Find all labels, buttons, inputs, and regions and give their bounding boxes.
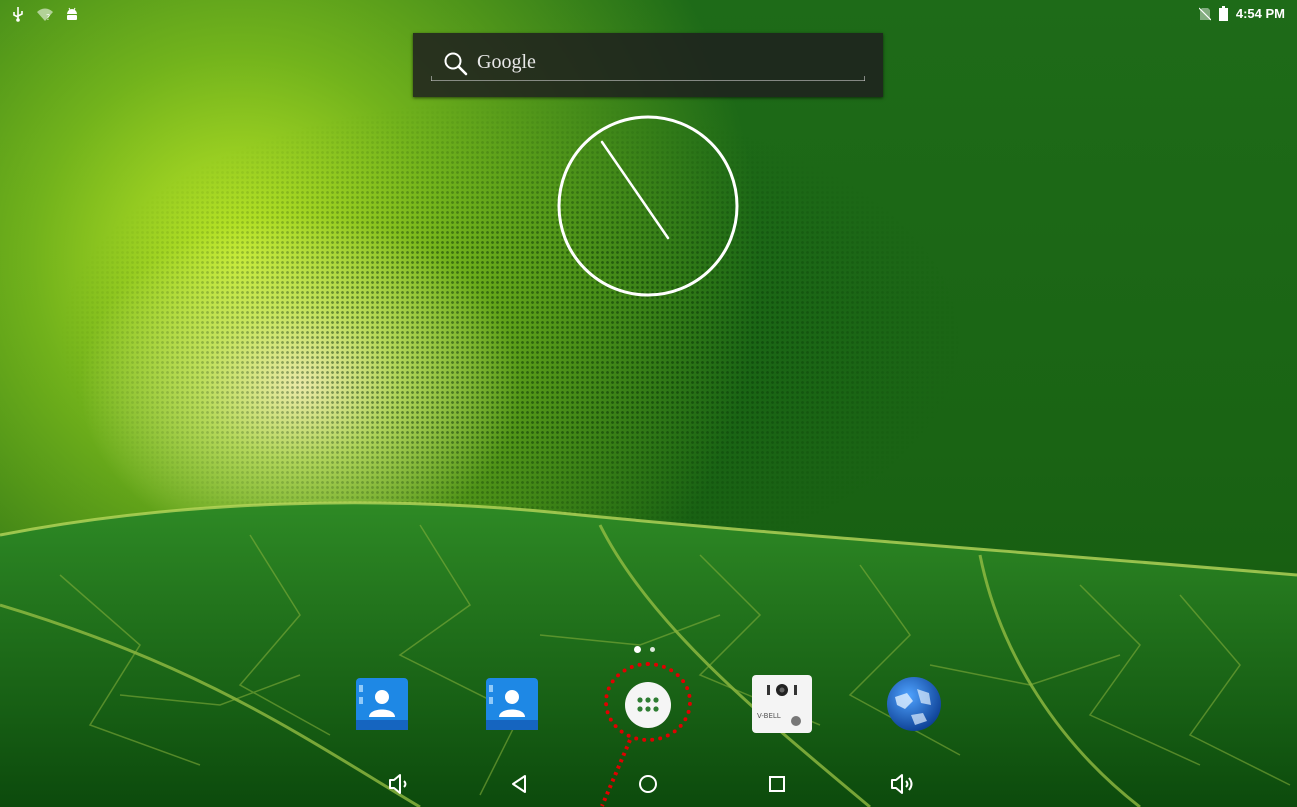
clock-hands xyxy=(600,140,670,240)
volume-down-icon[interactable] xyxy=(382,770,414,798)
annotation-highlight-circle xyxy=(604,662,692,742)
page-dot xyxy=(650,647,655,652)
recents-icon[interactable] xyxy=(761,770,793,798)
google-search-widget[interactable]: Google xyxy=(413,33,883,97)
v-bell-app-icon[interactable]: V-BELL xyxy=(751,675,813,733)
annotation-pointer-line xyxy=(600,739,632,807)
system-icons: 4:54 PM xyxy=(1198,6,1285,21)
search-underline xyxy=(431,76,865,81)
browser-globe-icon[interactable] xyxy=(883,675,945,733)
notification-icons: ? xyxy=(12,6,78,22)
home-screen: ? 4:54 PM Google V-BELL xyxy=(0,0,1297,807)
wallpaper-dot-pattern xyxy=(60,80,960,560)
android-debug-icon xyxy=(67,7,77,20)
search-icon xyxy=(444,52,468,76)
clock-face xyxy=(557,115,739,297)
back-icon[interactable] xyxy=(503,770,535,798)
page-dot-active xyxy=(634,646,641,653)
wifi-unknown-icon: ? xyxy=(37,8,53,21)
usb-icon xyxy=(13,7,23,22)
status-bar: ? 4:54 PM xyxy=(0,0,1297,30)
analog-clock-widget[interactable] xyxy=(556,114,740,298)
v-bell-label: V-BELL xyxy=(757,712,781,720)
no-sim-icon xyxy=(1198,7,1211,20)
volume-up-icon[interactable] xyxy=(886,770,918,798)
home-icon[interactable] xyxy=(632,770,664,798)
contacts-app-icon[interactable] xyxy=(351,675,413,733)
page-indicator xyxy=(634,646,655,653)
svg-text:?: ? xyxy=(46,13,50,21)
contacts-app-icon-2[interactable] xyxy=(481,675,543,733)
search-label: Google xyxy=(477,51,536,73)
status-time: 4:54 PM xyxy=(1235,6,1285,21)
battery-icon xyxy=(1218,6,1228,21)
